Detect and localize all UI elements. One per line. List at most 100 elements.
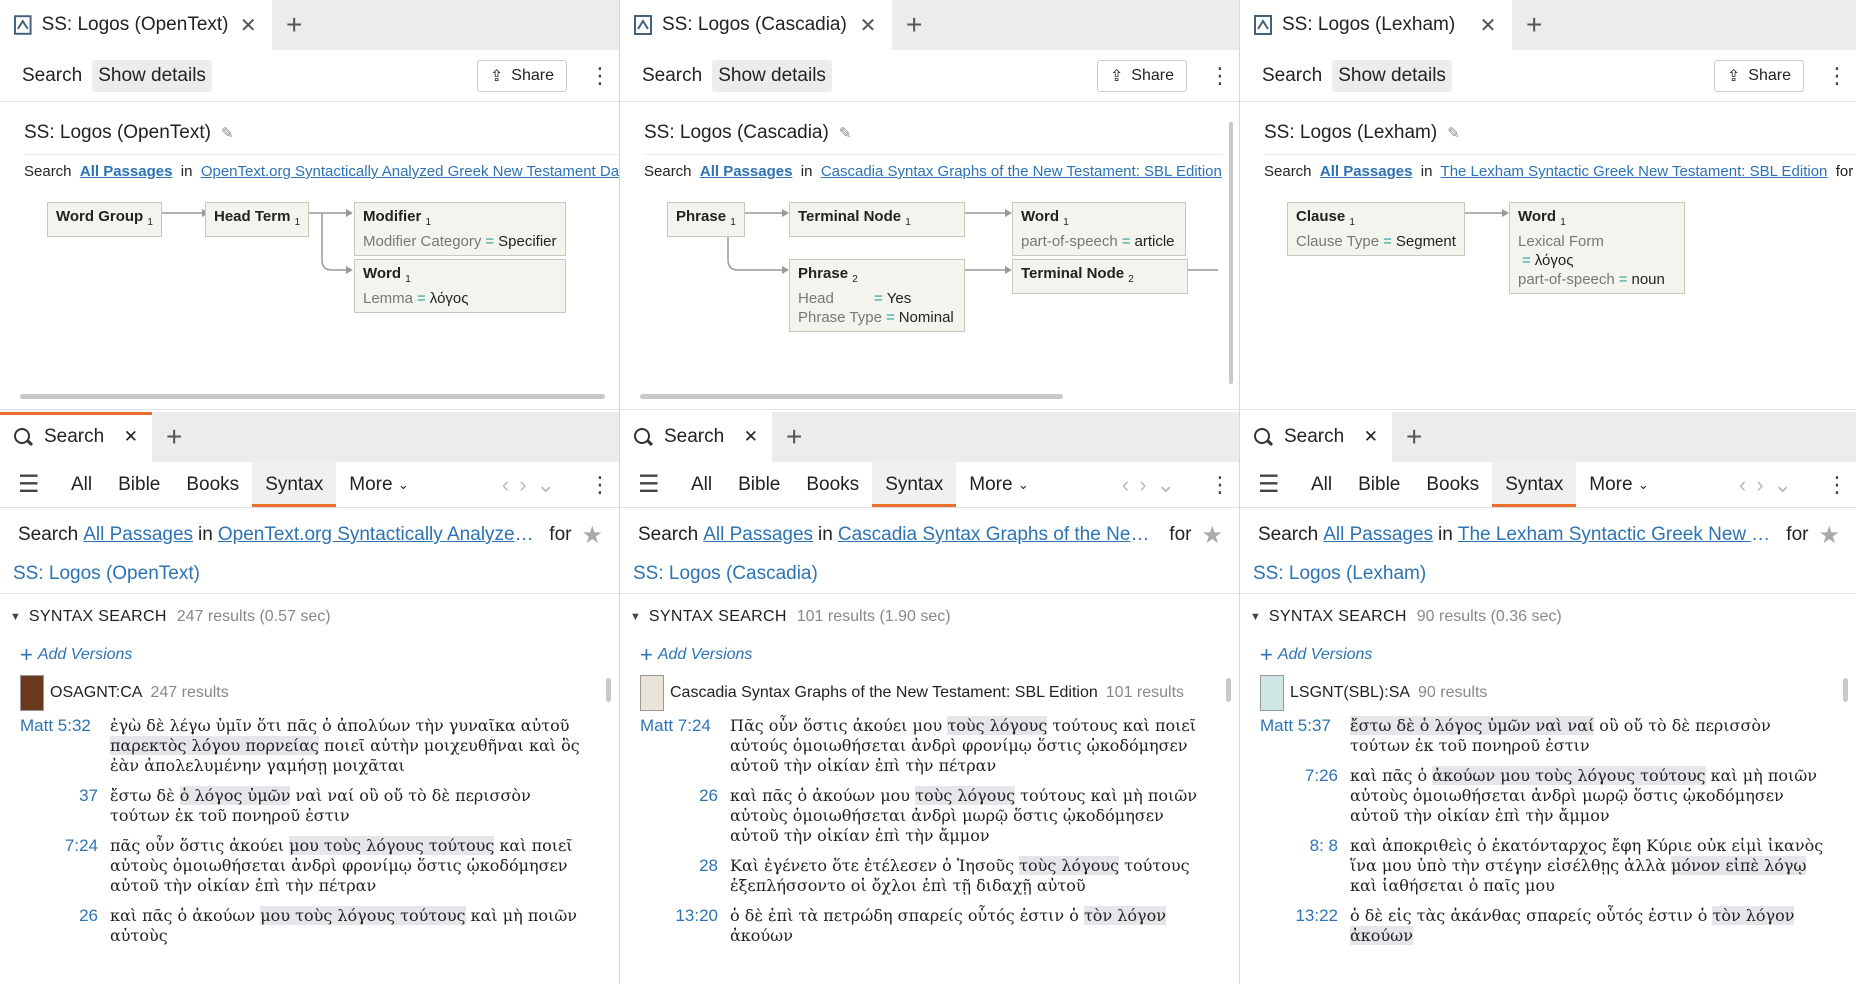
- node-head-term[interactable]: Head Term 1: [205, 202, 310, 237]
- nav-bible[interactable]: Bible: [105, 462, 173, 507]
- new-tab-plus-icon[interactable]: +: [1406, 423, 1422, 451]
- star-icon[interactable]: ★: [581, 521, 603, 550]
- share-button[interactable]: ⇪ Share: [476, 59, 567, 92]
- all-passages-link[interactable]: All Passages: [1323, 524, 1433, 546]
- query-title[interactable]: SS: Logos (Cascadia) ✎: [644, 122, 851, 144]
- close-icon[interactable]: ✕: [858, 13, 878, 38]
- results-header[interactable]: ▼ SYNTAX SEARCH 90 results (0.36 sec): [1240, 594, 1856, 640]
- star-icon[interactable]: ★: [1818, 521, 1840, 550]
- history-arrows-icon[interactable]: ‹›⌄: [1739, 472, 1802, 498]
- node-phrase-1[interactable]: Phrase 1: [667, 202, 745, 237]
- close-icon[interactable]: ✕: [239, 13, 259, 38]
- nav-all[interactable]: All: [58, 462, 105, 507]
- horizontal-scrollbar[interactable]: [640, 394, 1063, 399]
- nav-more[interactable]: More ⌄: [336, 462, 421, 507]
- show-details-button[interactable]: Show details: [1332, 59, 1452, 92]
- node-word[interactable]: Word 1 part-of-speech = article: [1012, 202, 1186, 256]
- menu-icon[interactable]: ☰: [1258, 472, 1284, 497]
- all-passages-link[interactable]: All Passages: [700, 163, 793, 180]
- show-details-button[interactable]: Show details: [712, 59, 832, 92]
- search-book-link[interactable]: The Lexham Syntactic Greek New Testa…: [1458, 524, 1778, 546]
- search-button[interactable]: Search: [16, 60, 88, 92]
- search-button[interactable]: Search: [1256, 60, 1328, 92]
- saved-search-name[interactable]: SS: Logos (OpenText): [0, 556, 619, 594]
- menu-icon[interactable]: ☰: [638, 472, 664, 497]
- new-tab-plus-icon[interactable]: +: [286, 11, 302, 39]
- more-options-icon[interactable]: ⋮: [1209, 473, 1231, 496]
- result-book[interactable]: LSGNT(SBL):SA 90 results: [1240, 670, 1856, 716]
- node-word[interactable]: Word 1 Lemma = λόγος: [354, 259, 566, 313]
- nav-all[interactable]: All: [678, 462, 725, 507]
- query-title[interactable]: SS: Logos (OpenText) ✎: [24, 122, 234, 144]
- share-button[interactable]: ⇪ Share: [1096, 59, 1187, 92]
- verse-ref-link[interactable]: 13:20: [640, 906, 730, 946]
- results-scrollbar[interactable]: [1843, 678, 1848, 702]
- tab-search[interactable]: Search ✕: [1240, 412, 1392, 462]
- results-scrollbar[interactable]: [1226, 678, 1231, 702]
- collapse-caret-icon[interactable]: ▼: [10, 611, 21, 623]
- more-options-icon[interactable]: ⋮: [1826, 64, 1848, 87]
- menu-icon[interactable]: ☰: [18, 472, 44, 497]
- search-book-link[interactable]: OpenText.org Syntactically Analyzed Gr…: [218, 524, 541, 546]
- vertical-scrollbar[interactable]: [1229, 122, 1233, 384]
- all-passages-link[interactable]: All Passages: [1320, 163, 1413, 180]
- new-tab-plus-icon[interactable]: +: [786, 423, 802, 451]
- saved-search-name[interactable]: SS: Logos (Cascadia): [620, 556, 1239, 594]
- history-arrows-icon[interactable]: ‹›⌄: [1122, 472, 1185, 498]
- node-modifier[interactable]: Modifier 1 Modifier Category = Specifier: [354, 202, 566, 256]
- nav-syntax[interactable]: Syntax: [1492, 462, 1577, 507]
- new-tab-plus-icon[interactable]: +: [166, 423, 182, 451]
- nav-syntax[interactable]: Syntax: [252, 462, 337, 507]
- tab-ss-logos-opentext[interactable]: SS: Logos (OpenText) ✕: [0, 0, 272, 50]
- tab-ss-logos-lexham[interactable]: SS: Logos (Lexham) ✕: [1240, 0, 1512, 50]
- close-icon[interactable]: ✕: [1478, 13, 1498, 38]
- tab-search[interactable]: Search ✕: [0, 412, 152, 462]
- node-terminal-node-1[interactable]: Terminal Node 1: [789, 202, 965, 237]
- tab-search[interactable]: Search ✕: [620, 412, 772, 462]
- verse-ref-link[interactable]: 13:22: [1260, 906, 1350, 946]
- results-header[interactable]: ▼ SYNTAX SEARCH 101 results (1.90 sec): [620, 594, 1239, 640]
- nav-all[interactable]: All: [1298, 462, 1345, 507]
- verse-ref-link[interactable]: Matt 5:37: [1260, 716, 1350, 756]
- star-icon[interactable]: ★: [1201, 521, 1223, 550]
- all-passages-link[interactable]: All Passages: [83, 524, 193, 546]
- pencil-icon[interactable]: ✎: [1447, 124, 1460, 142]
- more-options-icon[interactable]: ⋮: [589, 64, 611, 87]
- verse-ref-link[interactable]: 37: [20, 786, 110, 826]
- new-tab-plus-icon[interactable]: +: [906, 11, 922, 39]
- collapse-caret-icon[interactable]: ▼: [630, 611, 641, 623]
- verse-ref-link[interactable]: 28: [640, 856, 730, 896]
- collapse-caret-icon[interactable]: ▼: [1250, 611, 1261, 623]
- verse-ref-link[interactable]: 26: [20, 906, 110, 946]
- pencil-icon[interactable]: ✎: [221, 124, 234, 142]
- node-word-group[interactable]: Word Group 1: [47, 202, 162, 237]
- verse-ref-link[interactable]: Matt 7:24: [640, 716, 730, 776]
- close-icon[interactable]: ✕: [1364, 427, 1378, 447]
- results-header[interactable]: ▼ SYNTAX SEARCH 247 results (0.57 sec): [0, 594, 619, 640]
- close-icon[interactable]: ✕: [124, 427, 138, 447]
- node-phrase-2[interactable]: Phrase 2 Head = Yes Phrase Type = Nominal: [789, 259, 965, 332]
- verse-ref-link[interactable]: Matt 5:32: [20, 716, 110, 776]
- result-book[interactable]: OSAGNT:CA 247 results: [0, 670, 619, 716]
- show-details-button[interactable]: Show details: [92, 59, 212, 92]
- saved-search-name[interactable]: SS: Logos (Lexham): [1240, 556, 1856, 594]
- verse-ref-link[interactable]: 8: 8: [1260, 836, 1350, 896]
- tab-ss-logos-cascadia[interactable]: SS: Logos (Cascadia) ✕: [620, 0, 892, 50]
- new-tab-plus-icon[interactable]: +: [1526, 11, 1542, 39]
- nav-more[interactable]: More ⌄: [956, 462, 1041, 507]
- all-passages-link[interactable]: All Passages: [80, 163, 173, 180]
- nav-syntax[interactable]: Syntax: [872, 462, 957, 507]
- history-arrows-icon[interactable]: ‹›⌄: [502, 472, 565, 498]
- add-versions-link[interactable]: + Add Versions: [620, 640, 1239, 670]
- close-icon[interactable]: ✕: [744, 427, 758, 447]
- query-title[interactable]: SS: Logos (Lexham) ✎: [1264, 122, 1460, 144]
- query-book-link[interactable]: The Lexham Syntactic Greek New Testament…: [1441, 163, 1828, 180]
- node-terminal-node-2[interactable]: Terminal Node 2: [1012, 259, 1188, 294]
- more-options-icon[interactable]: ⋮: [1209, 64, 1231, 87]
- add-versions-link[interactable]: + Add Versions: [1240, 640, 1856, 670]
- nav-books[interactable]: Books: [1413, 462, 1492, 507]
- more-options-icon[interactable]: ⋮: [1826, 473, 1848, 496]
- search-button[interactable]: Search: [636, 60, 708, 92]
- verse-ref-link[interactable]: 7:26: [1260, 766, 1350, 826]
- nav-bible[interactable]: Bible: [725, 462, 793, 507]
